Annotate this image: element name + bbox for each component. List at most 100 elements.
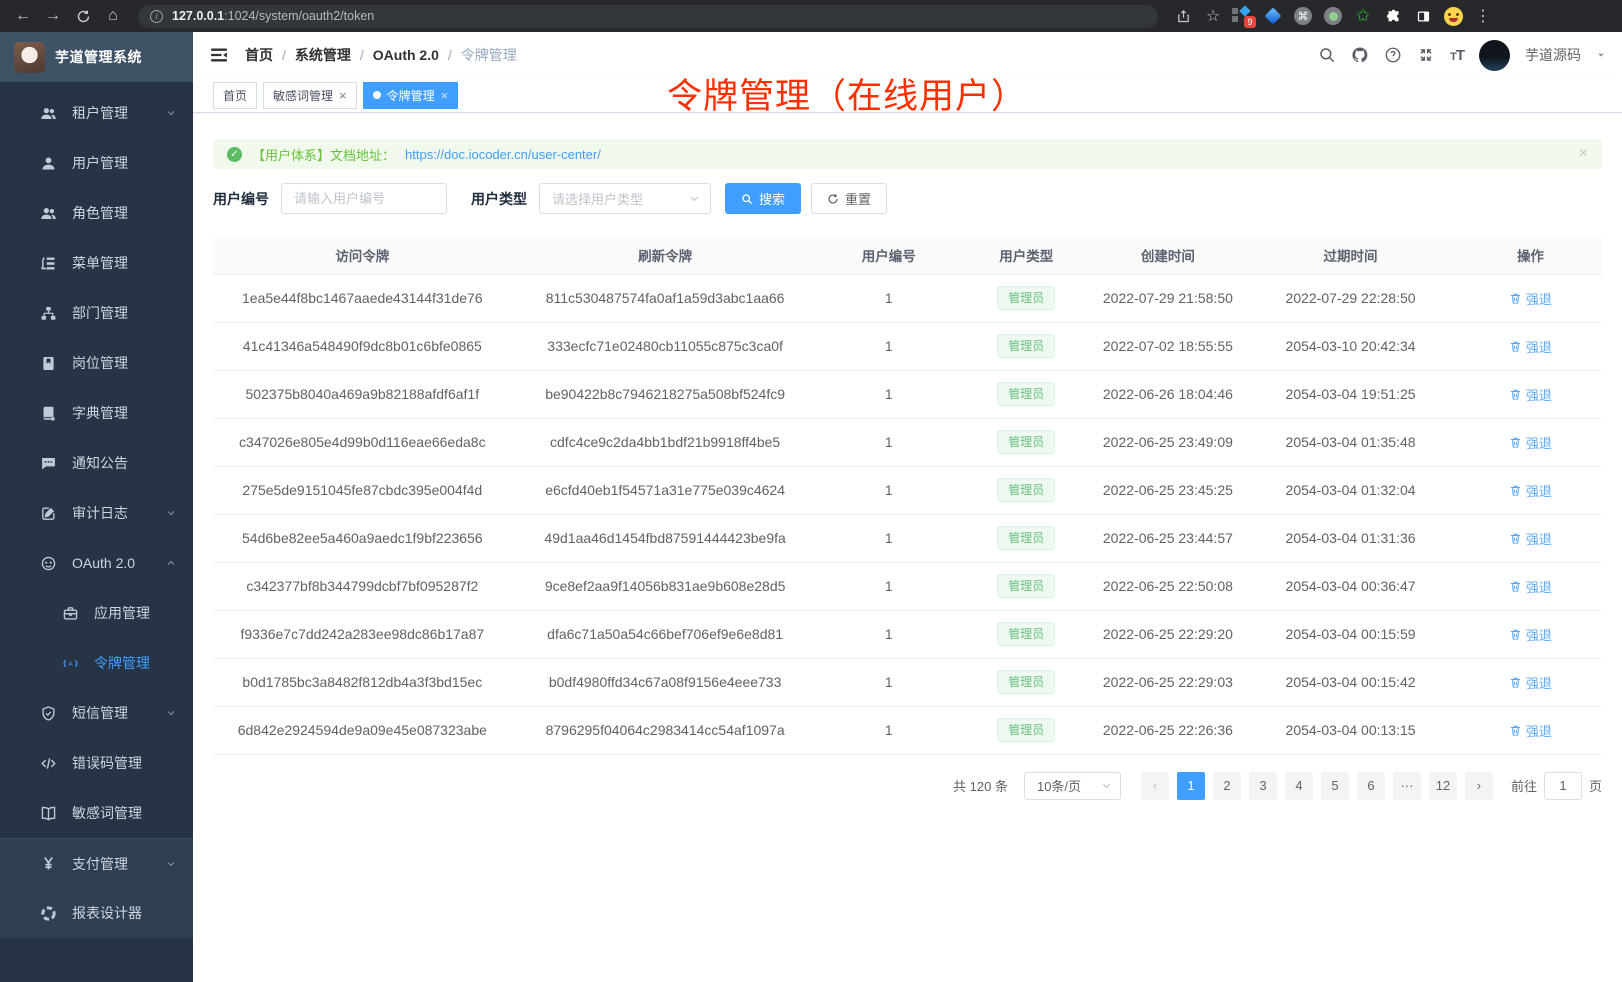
forward-icon[interactable]: → bbox=[40, 4, 66, 28]
cell-user-id: 1 bbox=[819, 274, 959, 322]
page-size-caret-icon bbox=[1101, 780, 1112, 791]
user-type-select[interactable]: 请选择用户类型 bbox=[539, 183, 711, 214]
browser-menu-icon[interactable]: ⋮ bbox=[1470, 4, 1496, 28]
column-header: 访问令牌 bbox=[213, 237, 512, 274]
cell-user-type: 管理员 bbox=[959, 658, 1094, 706]
reset-button[interactable]: 重置 bbox=[811, 183, 887, 214]
page-button-4[interactable]: 4 bbox=[1285, 772, 1313, 800]
address-bar[interactable]: i 127.0.0.1:1024/system/oauth2/token bbox=[138, 5, 1158, 28]
page-button-2[interactable]: 2 bbox=[1213, 772, 1241, 800]
page-button-1[interactable]: 1 bbox=[1177, 772, 1205, 800]
users-icon bbox=[40, 205, 57, 222]
force-logout-button[interactable]: 强退 bbox=[1509, 385, 1552, 404]
site-info-icon[interactable]: i bbox=[150, 10, 163, 23]
prev-page-button[interactable]: ‹ bbox=[1141, 772, 1169, 800]
page-button-5[interactable]: 5 bbox=[1321, 772, 1349, 800]
cell-access-token: 502375b8040a469a9b82188afdf6af1f bbox=[213, 370, 512, 418]
app-logo[interactable]: 芋道管理系统 bbox=[0, 32, 193, 82]
sidebar-item-menu[interactable]: 菜单管理 bbox=[0, 238, 193, 288]
page-size-select[interactable]: 10条/页 bbox=[1024, 772, 1121, 800]
profile-avatar-icon[interactable] bbox=[1440, 4, 1466, 28]
split-view-icon[interactable] bbox=[1410, 4, 1436, 28]
user-menu-caret-icon[interactable] bbox=[1596, 50, 1606, 60]
cell-create-time: 2022-06-25 22:26:36 bbox=[1094, 706, 1243, 754]
gem-extension-icon[interactable] bbox=[1260, 4, 1286, 28]
puzzle-extension-icon[interactable] bbox=[1380, 4, 1406, 28]
sidebar-item-sensitive-word[interactable]: 敏感词管理 bbox=[0, 788, 193, 838]
force-logout-button[interactable]: 强退 bbox=[1509, 337, 1552, 356]
page-button-12[interactable]: 12 bbox=[1429, 772, 1457, 800]
sidebar-item-pay[interactable]: 支付管理 bbox=[0, 838, 193, 888]
username[interactable]: 芋道源码 bbox=[1525, 45, 1581, 65]
cell-refresh-token: 811c530487574fa0af1a59d3abc1aa66 bbox=[512, 274, 819, 322]
force-logout-button[interactable]: 强退 bbox=[1509, 481, 1552, 500]
force-logout-button[interactable]: 强退 bbox=[1509, 721, 1552, 740]
green-star-extension-icon[interactable]: ✩ bbox=[1350, 4, 1376, 28]
user-id-input[interactable] bbox=[281, 183, 447, 214]
badge-icon bbox=[40, 355, 57, 372]
user-icon bbox=[40, 155, 57, 172]
force-logout-button[interactable]: 强退 bbox=[1509, 433, 1552, 452]
force-logout-button[interactable]: 强退 bbox=[1509, 673, 1552, 692]
back-icon[interactable]: ← bbox=[10, 4, 36, 28]
sidebar-item-post[interactable]: 岗位管理 bbox=[0, 338, 193, 388]
sidebar-item-tenant[interactable]: 租户管理 bbox=[0, 88, 193, 138]
sidebar-item-report[interactable]: 报表设计器 bbox=[0, 888, 193, 938]
home-icon[interactable]: ⌂ bbox=[100, 4, 126, 28]
tab-sensitive-word[interactable]: 敏感词管理× bbox=[263, 82, 357, 109]
page-button-6[interactable]: 6 bbox=[1357, 772, 1385, 800]
sidebar-item-audit[interactable]: 审计日志 bbox=[0, 488, 193, 538]
sidebar-item-oauth2[interactable]: OAuth 2.0 bbox=[0, 538, 193, 588]
sidebar-item-user[interactable]: 用户管理 bbox=[0, 138, 193, 188]
sidebar-item-label: 短信管理 bbox=[72, 703, 128, 723]
goto-label: 前往 bbox=[1511, 776, 1537, 795]
breadcrumb-item[interactable]: OAuth 2.0 bbox=[373, 47, 439, 63]
search-button[interactable]: 搜索 bbox=[725, 183, 801, 214]
sidebar-item-notice[interactable]: 通知公告 bbox=[0, 438, 193, 488]
extensions-cluster-icon[interactable]: 9 bbox=[1230, 4, 1256, 28]
alert-close-icon[interactable]: × bbox=[1579, 145, 1588, 163]
sidebar-item-oauth2-token[interactable]: A令牌管理 bbox=[0, 638, 193, 688]
sidebar-item-sms[interactable]: 短信管理 bbox=[0, 688, 193, 738]
breadcrumb-item[interactable]: 首页 bbox=[245, 45, 273, 65]
sidebar-item-oauth2-app[interactable]: 应用管理 bbox=[0, 588, 193, 638]
tab-home[interactable]: 首页 bbox=[213, 82, 257, 109]
help-icon[interactable] bbox=[1384, 46, 1402, 64]
annotation-token-management: 令牌管理（在线用户） bbox=[667, 68, 1027, 119]
sidebar-item-label: 错误码管理 bbox=[72, 753, 142, 773]
force-logout-button[interactable]: 强退 bbox=[1509, 289, 1552, 308]
force-logout-button[interactable]: 强退 bbox=[1509, 625, 1552, 644]
reload-icon[interactable] bbox=[70, 4, 96, 28]
alert-text: 【用户体系】文档地址： bbox=[252, 145, 395, 164]
goto-page-input[interactable] bbox=[1544, 772, 1582, 800]
sidebar-item-errcode[interactable]: 错误码管理 bbox=[0, 738, 193, 788]
cell-expire-time: 2054-03-04 01:31:36 bbox=[1242, 514, 1459, 562]
record-extension-icon[interactable] bbox=[1320, 4, 1346, 28]
fullscreen-icon[interactable] bbox=[1417, 46, 1435, 64]
force-logout-label: 强退 bbox=[1526, 529, 1552, 548]
github-icon[interactable] bbox=[1351, 46, 1369, 64]
close-icon[interactable]: × bbox=[339, 89, 347, 102]
doc-link[interactable]: https://doc.iocoder.cn/user-center/ bbox=[405, 147, 601, 162]
breadcrumb-item[interactable]: 系统管理 bbox=[295, 45, 351, 65]
next-page-button[interactable]: › bbox=[1465, 772, 1493, 800]
cell-user-id: 1 bbox=[819, 610, 959, 658]
command-extension-icon[interactable]: ⌘ bbox=[1290, 4, 1316, 28]
font-size-icon[interactable]: TT bbox=[1450, 47, 1464, 64]
sidebar-item-role[interactable]: 角色管理 bbox=[0, 188, 193, 238]
close-icon[interactable]: × bbox=[441, 89, 449, 102]
search-icon[interactable] bbox=[1318, 46, 1336, 64]
user-avatar[interactable] bbox=[1479, 40, 1510, 71]
bookmark-star-icon[interactable]: ☆ bbox=[1200, 4, 1226, 28]
sidebar-item-dept[interactable]: 部门管理 bbox=[0, 288, 193, 338]
force-logout-button[interactable]: 强退 bbox=[1509, 529, 1552, 548]
more-pages-button[interactable]: ··· bbox=[1393, 772, 1421, 800]
trash-icon bbox=[1509, 436, 1522, 449]
cell-access-token: f9336e7c7dd242a283ee98dc86b17a87 bbox=[213, 610, 512, 658]
page-button-3[interactable]: 3 bbox=[1249, 772, 1277, 800]
sidebar-item-dict[interactable]: 字典管理 bbox=[0, 388, 193, 438]
share-icon[interactable] bbox=[1170, 4, 1196, 28]
force-logout-button[interactable]: 强退 bbox=[1509, 577, 1552, 596]
sidebar-collapse-icon[interactable] bbox=[209, 45, 229, 65]
tab-token[interactable]: 令牌管理× bbox=[363, 82, 459, 109]
